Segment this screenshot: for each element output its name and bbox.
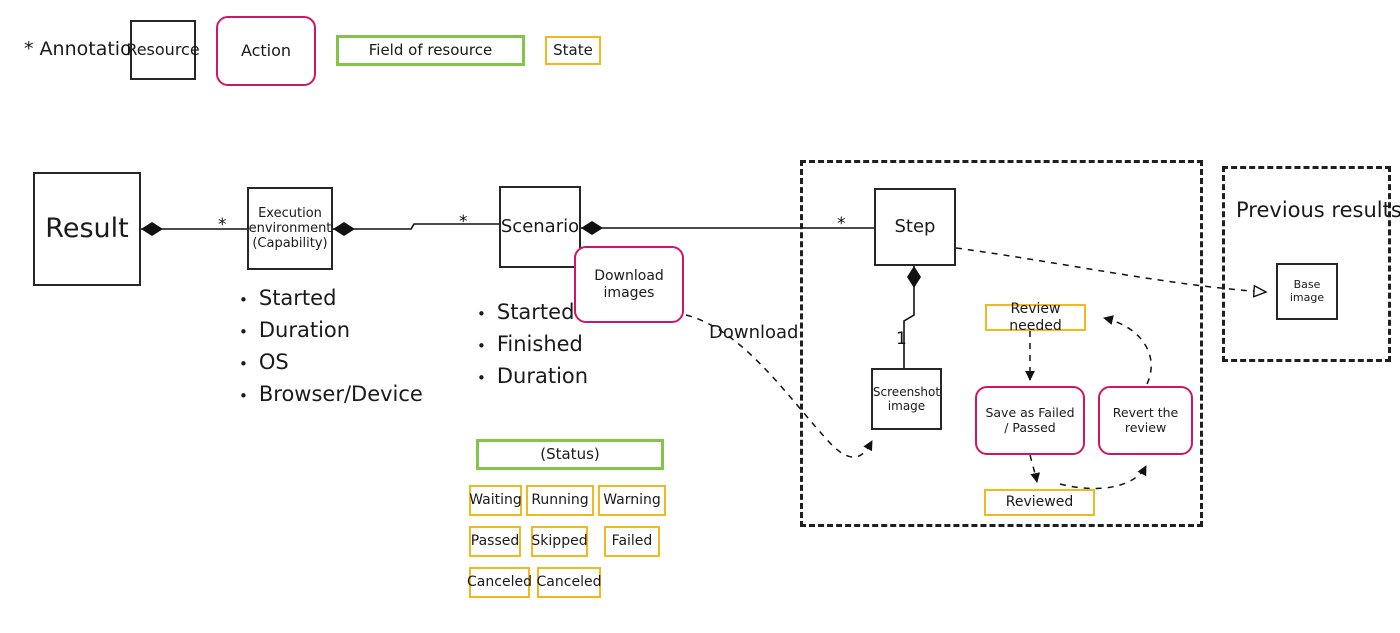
node-execution-environment-line3: (Capability) <box>252 236 328 252</box>
legend-resource-box: Resource <box>126 20 200 80</box>
status-badge-failed-label: Failed <box>611 533 653 550</box>
node-save-as-failed-passed-line1: Save as Failed <box>985 404 1075 420</box>
multiplicity-step-to-screenshot: 1 <box>896 329 907 349</box>
bullet-dot: • <box>477 337 486 355</box>
node-step[interactable]: Step <box>874 188 956 266</box>
list-item: • Started <box>477 300 588 324</box>
node-save-as-failed-passed-line2: / Passed <box>1004 419 1056 435</box>
node-base-image[interactable]: Base image <box>1276 263 1338 320</box>
previous-results-title: Previous results <box>1236 198 1400 222</box>
node-revert-the-review-line1: Revert the <box>1112 404 1179 420</box>
node-execution-environment-line2: environment <box>248 220 332 236</box>
status-badge-warning-label: Warning <box>603 492 661 509</box>
bullet-dot: • <box>477 369 486 387</box>
node-scenario[interactable]: Scenario <box>499 186 581 268</box>
list-item-label: Duration <box>496 364 589 388</box>
node-download-images-line2: images <box>603 284 655 301</box>
bullet-dot: • <box>239 291 248 309</box>
node-screenshot-image-line2: image <box>887 399 926 413</box>
multiplicity-scenario-to-step: * <box>837 214 846 234</box>
status-badge-passed-label: Passed <box>470 533 520 550</box>
multiplicity-result-to-environment: * <box>218 215 227 235</box>
bullet-dot: • <box>239 355 248 373</box>
node-download-images-line1: Download <box>594 267 664 284</box>
status-badge-failed[interactable]: Failed <box>604 526 660 557</box>
list-item: • Browser/Device <box>239 382 423 406</box>
status-badge-waiting-label: Waiting <box>469 492 522 509</box>
status-badge-waiting[interactable]: Waiting <box>469 485 522 516</box>
node-download-images[interactable]: Download images <box>574 246 684 323</box>
list-item-label: Started <box>496 300 575 324</box>
list-item-label: Duration <box>258 318 351 342</box>
list-item-label: OS <box>258 350 289 374</box>
status-badge-passed[interactable]: Passed <box>469 526 521 557</box>
legend-field-label: Field of resource <box>368 40 493 59</box>
step-group-container <box>800 160 1203 527</box>
legend-action-label: Action <box>240 40 292 60</box>
legend-action-box: Action <box>216 16 316 86</box>
node-reviewed[interactable]: Reviewed <box>984 489 1095 516</box>
node-review-needed[interactable]: Review needed <box>985 300 1086 334</box>
legend-state-label: State <box>553 40 593 59</box>
node-execution-environment-line1: Execution <box>258 205 322 221</box>
edge-environment-to-scenario <box>333 222 499 236</box>
node-result-label: Result <box>45 213 129 245</box>
node-screenshot-image-line1: Screenshot <box>872 384 941 399</box>
status-badge-running[interactable]: Running <box>526 485 594 516</box>
status-legend-header: (Status) <box>476 439 664 470</box>
bullet-dot: • <box>239 323 248 341</box>
node-scenario-label: Scenario <box>500 216 580 238</box>
node-execution-environment[interactable]: Execution environment (Capability) <box>247 187 333 270</box>
edge-result-to-environment <box>141 222 247 236</box>
status-badge-canceled-1-label: Canceled <box>467 574 532 591</box>
list-item: • Finished <box>477 332 588 356</box>
list-item-label: Browser/Device <box>258 382 423 406</box>
bullet-dot: • <box>239 387 248 405</box>
node-step-label: Step <box>894 216 936 238</box>
node-screenshot-image[interactable]: Screenshot image <box>871 368 942 430</box>
execution-environment-field-list: • Started • Duration • OS • Browser/Device <box>239 286 423 414</box>
edge-label-download: Download <box>709 322 799 343</box>
status-badge-warning[interactable]: Warning <box>598 485 666 516</box>
node-revert-the-review-line2: review <box>1124 419 1167 435</box>
node-review-needed-label: Review needed <box>1009 300 1062 334</box>
multiplicity-environment-to-scenario: * <box>459 212 468 232</box>
status-badge-canceled-1[interactable]: Canceled <box>467 567 532 598</box>
scenario-field-list: • Started • Finished • Duration <box>477 300 588 396</box>
node-reviewed-label: Reviewed <box>1005 494 1074 511</box>
list-item: • OS <box>239 350 423 374</box>
status-badge-running-label: Running <box>531 492 589 509</box>
status-badge-canceled-2-label: Canceled <box>536 574 602 591</box>
legend-state-box: State <box>545 36 601 65</box>
status-badge-skipped-label: Skipped <box>531 533 588 550</box>
node-base-image-label: Base image <box>1289 277 1325 304</box>
list-item: • Started <box>239 286 423 310</box>
list-item: • Duration <box>477 364 588 388</box>
bullet-dot: • <box>477 305 486 323</box>
status-badge-skipped[interactable]: Skipped <box>531 526 588 557</box>
list-item-label: Started <box>258 286 337 310</box>
node-revert-the-review[interactable]: Revert the review <box>1098 386 1193 455</box>
legend-resource-label: Resource <box>126 39 200 59</box>
status-legend-header-label: (Status) <box>540 444 600 463</box>
node-save-as-failed-passed[interactable]: Save as Failed / Passed <box>975 386 1085 455</box>
legend-field-box: Field of resource <box>336 35 525 66</box>
list-item-label: Finished <box>496 332 583 356</box>
status-badge-canceled-2[interactable]: Canceled <box>537 567 601 598</box>
node-result[interactable]: Result <box>33 172 141 286</box>
list-item: • Duration <box>239 318 423 342</box>
